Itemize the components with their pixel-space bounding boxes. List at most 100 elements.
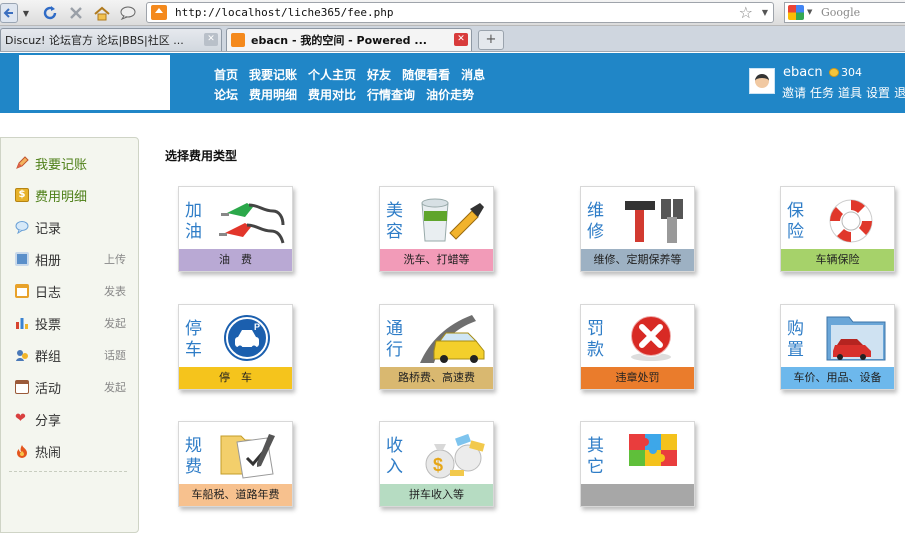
nav-messages[interactable]: 消息 [461, 66, 485, 83]
expense-card-purchase[interactable]: 购置 车价、用品、设备 [780, 304, 895, 390]
card-bar-label: 车辆保险 [781, 249, 894, 271]
close-tab-icon[interactable]: ✕ [454, 33, 468, 46]
card-bar-label: 停 车 [179, 367, 292, 389]
page-title: 选择费用类型 [165, 149, 238, 163]
card-bar-label: 违章处罚 [581, 367, 694, 389]
expense-card-fine[interactable]: 罚款 违章处罚 [580, 304, 695, 390]
expense-card-income[interactable]: 收入 $ 拼车收入等 [379, 421, 494, 507]
card-bar-label: 车价、用品、设备 [781, 367, 894, 389]
sidebar-item-poll[interactable]: 投票 发起 [15, 312, 130, 334]
tab-discuz[interactable]: Discuz! 论坛官方 论坛|BBS|社区 ... ✕ [0, 28, 222, 51]
nav-friends[interactable]: 好友 [367, 66, 391, 83]
address-dropdown-icon[interactable]: ▼ [762, 8, 768, 17]
sidebar-item-blog[interactable]: 日志 发表 [15, 280, 130, 302]
expense-card-fees[interactable]: 规费 车船税、道路年费 [178, 421, 293, 507]
sidebar-item-activity-start[interactable]: 发起 [104, 379, 126, 395]
nav-market-query[interactable]: 行情查询 [367, 86, 415, 103]
nav-forum[interactable]: 论坛 [214, 86, 238, 103]
nav-personal-home[interactable]: 个人主页 [308, 66, 356, 83]
sidebar-divider [9, 471, 127, 472]
username[interactable]: ebacn [783, 65, 823, 80]
user-menu-logout[interactable]: 退 [894, 84, 905, 101]
tab-label: Discuz! 论坛官方 论坛|BBS|社区 ... [5, 34, 184, 47]
paint-bucket-icon [421, 198, 484, 242]
sidebar-item-poll-start[interactable]: 发起 [104, 315, 126, 331]
expense-card-parking[interactable]: 停车 P 停 车 [178, 304, 293, 390]
coin-icon [829, 68, 839, 77]
nav-oil-price-trend[interactable]: 油价走势 [426, 86, 474, 103]
card-bar-label: 车船税、道路年费 [179, 484, 292, 506]
card-bar-label [581, 484, 694, 506]
sidebar-item-group[interactable]: 群组 话题 [15, 344, 130, 366]
search-engine-dropdown-icon[interactable]: ▼ [807, 8, 812, 16]
stop-icon[interactable] [66, 3, 86, 23]
card-bar-label: 油 费 [179, 249, 292, 271]
user-menu: 邀请 任务 道具 设置 退 [782, 84, 905, 101]
back-icon[interactable] [0, 3, 18, 23]
fuel-nozzle-icon [219, 203, 285, 244]
svg-text:$: $ [433, 455, 443, 475]
user-menu-settings[interactable]: 设置 [866, 84, 890, 101]
site-logo[interactable] [19, 55, 170, 110]
lifebuoy-icon [829, 199, 873, 243]
bookmark-star-icon[interactable]: ☆ [739, 3, 753, 22]
car-road-icon [420, 315, 485, 363]
card-title: 保险 [787, 201, 804, 242]
sidebar-item-share[interactable]: ❤ 分享 [15, 408, 130, 430]
user-menu-invite[interactable]: 邀请 [782, 84, 806, 101]
user-menu-tasks[interactable]: 任务 [810, 84, 834, 101]
folder-car-icon [826, 316, 886, 361]
nav-record-expense[interactable]: 我要记账 [249, 66, 297, 83]
sidebar-item-group-topic[interactable]: 话题 [104, 347, 126, 363]
card-bar-label: 洗车、打蜡等 [380, 249, 493, 271]
nav-home[interactable]: 首页 [214, 66, 238, 83]
sidebar-item-blog-post[interactable]: 发表 [104, 283, 126, 299]
speech-bubble-icon [15, 220, 29, 235]
parking-icon: P [224, 315, 270, 361]
avatar[interactable] [749, 68, 775, 94]
bar-chart-icon [15, 316, 29, 330]
expense-card-fuel[interactable]: 加油 油 费 [178, 186, 293, 272]
sidebar-item-record-expense[interactable]: 我要记账 [15, 152, 130, 174]
address-bar[interactable]: http://localhost/liche365/fee.php ☆ ▼ [146, 2, 774, 23]
expense-card-beauty[interactable]: 美容 洗车、打蜡等 [379, 186, 494, 272]
chat-icon[interactable] [118, 3, 138, 23]
card-title: 收入 [386, 436, 403, 477]
main-nav-primary: 首页 我要记账 个人主页 好友 随便看看 消息 [214, 66, 485, 83]
history-dropdown-icon[interactable]: ▼ [20, 3, 32, 23]
google-logo-icon[interactable] [788, 5, 804, 20]
nav-expense-compare[interactable]: 费用对比 [308, 86, 356, 103]
activity-icon [15, 380, 29, 394]
expense-card-toll[interactable]: 通行 路桥费、高速费 [379, 304, 494, 390]
site-header: 首页 我要记账 个人主页 好友 随便看看 消息 论坛 费用明细 费用对比 行情查… [0, 53, 905, 113]
sidebar-item-album-upload[interactable]: 上传 [104, 251, 126, 267]
nav-browse[interactable]: 随便看看 [402, 66, 450, 83]
sidebar-item-hot[interactable]: 热闹 [15, 440, 130, 462]
hearts-icon: ❤ [15, 411, 26, 426]
sidebar-item-records[interactable]: 记录 [15, 216, 130, 238]
user-credits: 304 [841, 66, 862, 79]
red-cross-icon [630, 315, 672, 361]
tab-label: ebacn - 我的空间 - Powered ... [251, 34, 427, 47]
reload-icon[interactable] [40, 3, 60, 23]
sidebar-item-expense-details[interactable]: $ 费用明细 [15, 184, 130, 206]
search-placeholder[interactable]: Google [821, 6, 860, 19]
card-title: 通行 [386, 319, 403, 360]
search-box[interactable]: ▼ Google [784, 2, 905, 23]
tab-ebacn[interactable]: ebacn - 我的空间 - Powered ... ✕ [226, 28, 472, 51]
card-title: 美容 [386, 201, 403, 242]
user-menu-props[interactable]: 道具 [838, 84, 862, 101]
card-bar-label: 拼车收入等 [380, 484, 493, 506]
expense-card-other[interactable]: 其它 [580, 421, 695, 507]
sidebar-item-album[interactable]: 相册 上传 [15, 248, 130, 270]
coin-icon: $ [15, 188, 29, 202]
card-title: 停车 [185, 319, 202, 360]
address-url[interactable]: http://localhost/liche365/fee.php [175, 6, 394, 19]
new-tab-button[interactable]: + [478, 30, 504, 50]
close-tab-icon[interactable]: ✕ [204, 33, 218, 46]
nav-expense-details[interactable]: 费用明细 [249, 86, 297, 103]
expense-card-insurance[interactable]: 保险 车辆保险 [780, 186, 895, 272]
home-icon[interactable] [92, 3, 112, 23]
expense-card-repair[interactable]: 维修 维修、定期保养等 [580, 186, 695, 272]
sidebar-item-activity[interactable]: 活动 发起 [15, 376, 130, 398]
